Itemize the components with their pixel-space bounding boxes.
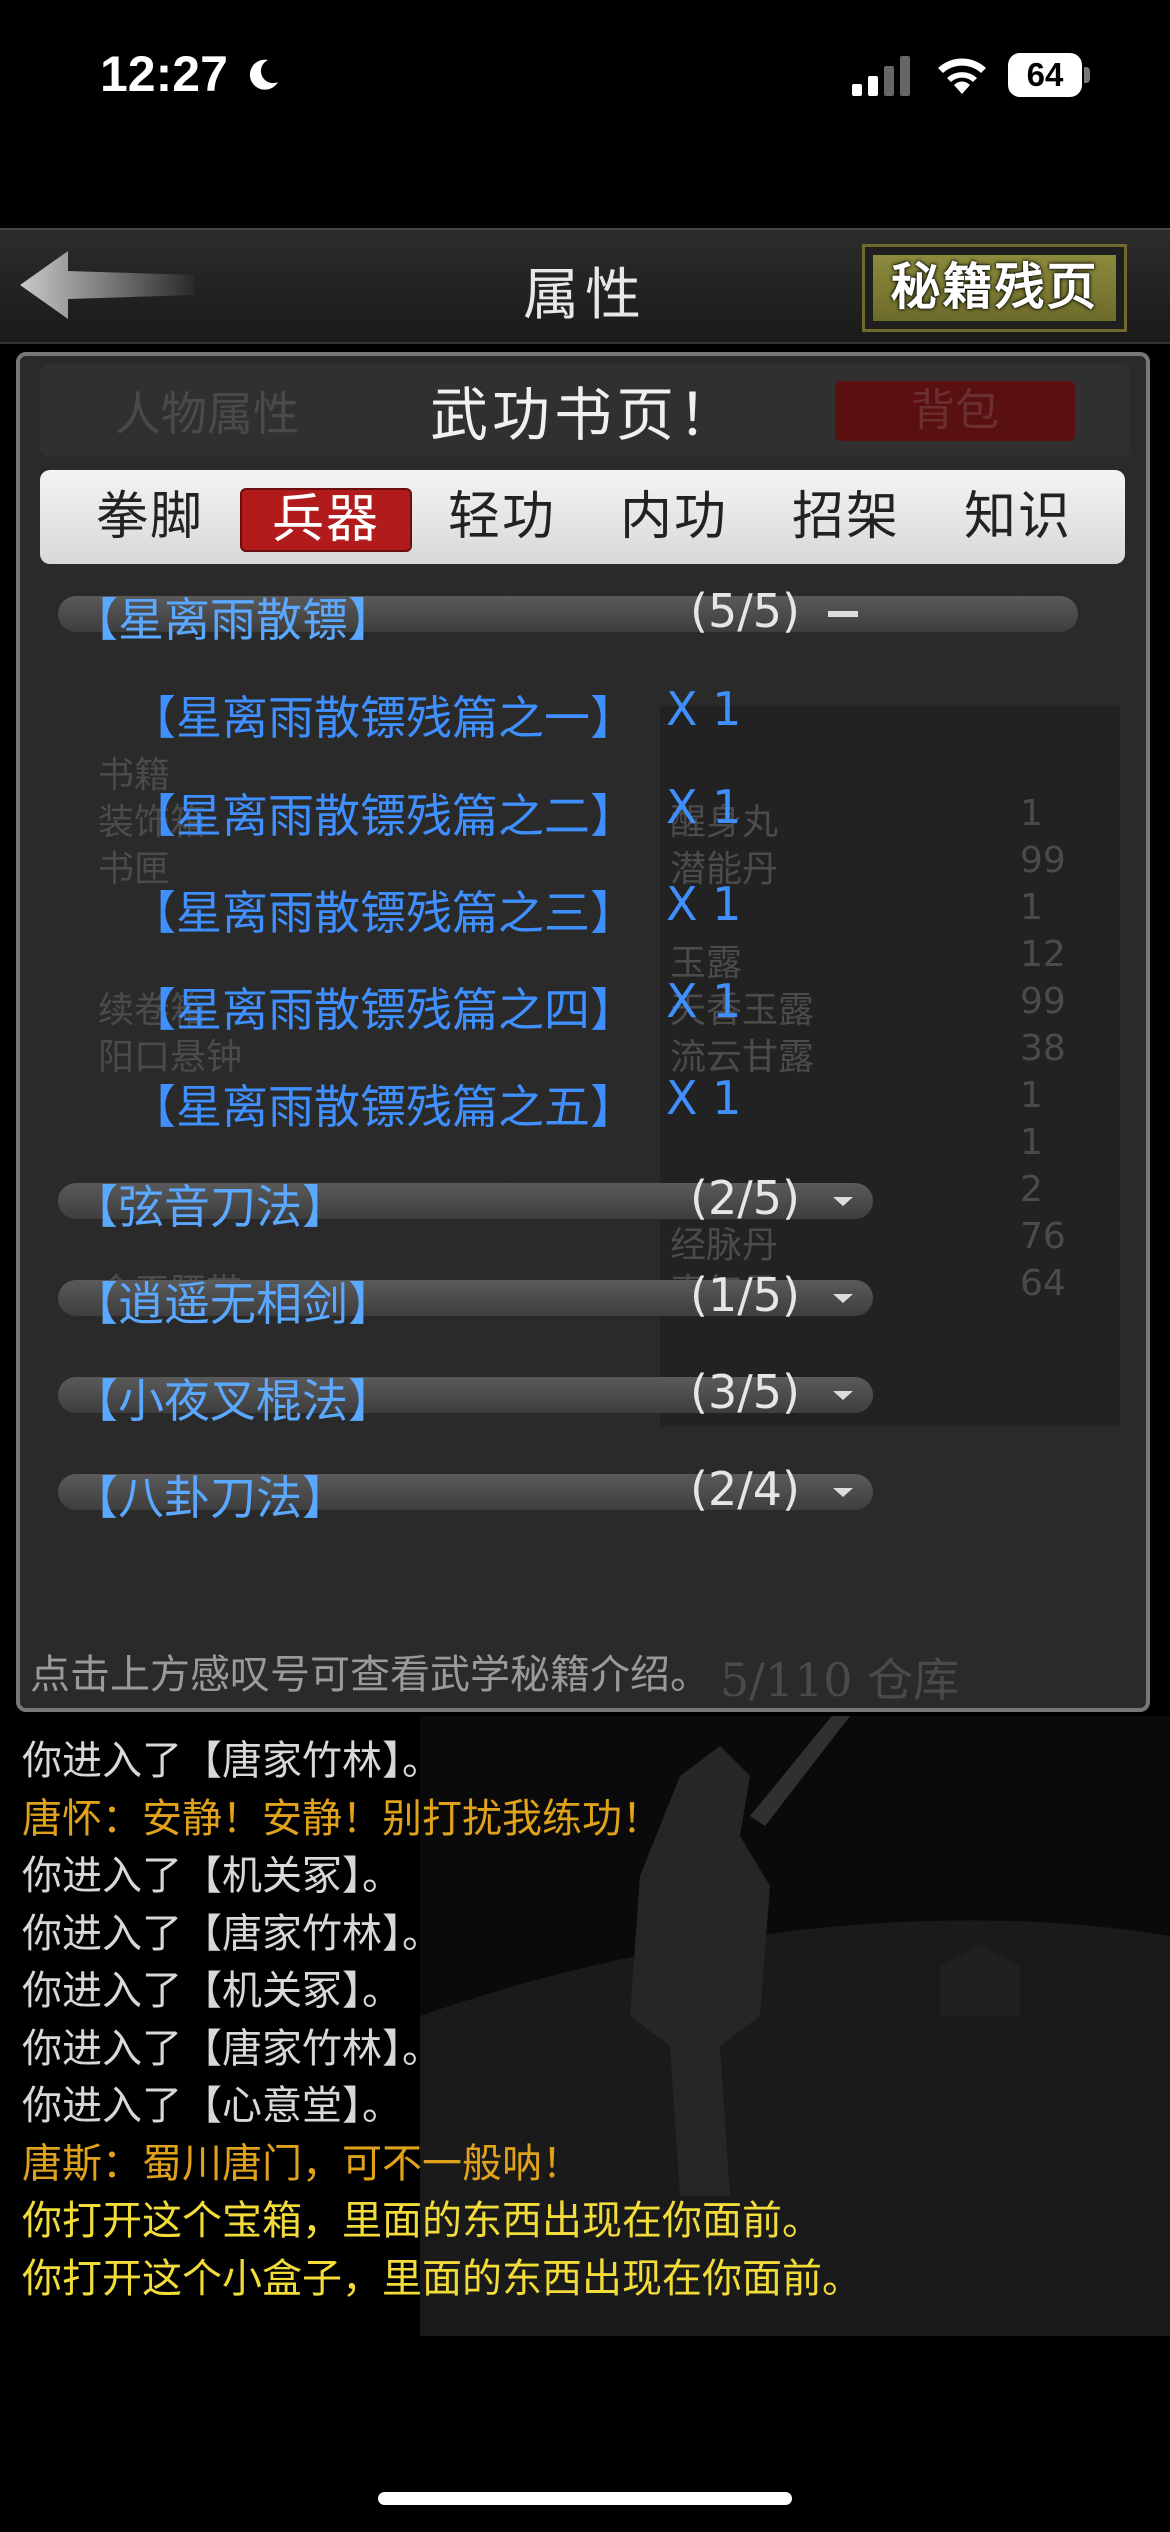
group-count: (5/5) [690, 584, 800, 638]
background-row-count: 64 [1020, 1263, 1066, 1304]
moon-icon [249, 59, 278, 90]
fragment-qty: X 1 [666, 682, 742, 736]
expand-icon[interactable] [828, 1385, 858, 1405]
log-line: 你打开这个小盒子，里面的东西出现在你面前。 [22, 2255, 862, 2302]
secret-pages-label: 秘籍残页 [873, 255, 1116, 321]
group-name[interactable]: 【逍遥无相剑】 [72, 1268, 394, 1334]
log-line: 唐斯：蜀川唐门，可不一般呐！ [22, 2140, 582, 2187]
log-line: 你打开这个宝箱，里面的东西出现在你面前。 [22, 2198, 822, 2244]
tab-internal[interactable]: 内功 [604, 470, 744, 564]
expand-icon[interactable] [828, 1482, 858, 1502]
collapse-icon[interactable] [828, 604, 858, 624]
background-row-count: 99 [1020, 840, 1066, 881]
panel-title[interactable]: 武功书页！ [0, 368, 1170, 452]
home-indicator[interactable] [378, 2492, 792, 2505]
group-name[interactable]: 【小夜叉棍法】 [72, 1365, 394, 1431]
group-name[interactable]: 【星离雨散镖】 [72, 584, 394, 650]
log-line: 你进入了【心意堂】。 [22, 2083, 402, 2129]
tab-parry[interactable]: 招架 [776, 470, 916, 564]
battery-icon: 64 [1008, 53, 1090, 97]
fragment-name[interactable]: 【星离雨散镖残篇之三】 [130, 877, 636, 943]
status-time: 12:27 [100, 46, 228, 102]
group-name[interactable]: 【八卦刀法】 [72, 1462, 348, 1528]
background-row-count: 76 [1020, 1216, 1066, 1257]
log-line: 唐怀：安静！安静！别打扰我练功！ [22, 1795, 662, 1842]
hint-text: 点击上方感叹号可查看武学秘籍介绍。 [30, 1652, 710, 1698]
signal-icon [852, 56, 910, 96]
tab-fist[interactable]: 拳脚 [80, 470, 220, 564]
log-line: 你进入了【机关冢】。 [22, 1853, 402, 1899]
background-row-count: 1 [1020, 1122, 1043, 1163]
background-row-count: 1 [1020, 887, 1043, 928]
background-row-count: 1 [1020, 1075, 1043, 1116]
background-row-count: 99 [1020, 981, 1066, 1022]
fragment-qty: X 1 [666, 780, 742, 834]
background-row-count: 1 [1020, 793, 1043, 834]
tab-lightness[interactable]: 轻功 [432, 470, 572, 564]
fragment-name[interactable]: 【星离雨散镖残篇之一】 [130, 682, 636, 748]
expand-icon[interactable] [828, 1191, 858, 1211]
tab-knowledge[interactable]: 知识 [948, 470, 1088, 564]
background-storage-count: 5/110 仓库 [720, 1653, 960, 1707]
wifi-icon [938, 58, 986, 94]
tab-weapons[interactable]: 兵器 [240, 488, 412, 552]
group-count: (2/4) [690, 1462, 800, 1516]
fragment-qty: X 1 [666, 877, 742, 931]
category-tabbar: 拳脚 兵器 轻功 内功 招架 知识 [40, 470, 1125, 564]
group-name[interactable]: 【弦音刀法】 [72, 1171, 348, 1237]
fragment-name[interactable]: 【星离雨散镖残篇之五】 [130, 1071, 636, 1137]
fragment-qty: X 1 [666, 1071, 742, 1125]
group-count: (2/5) [690, 1171, 800, 1225]
secret-pages-button[interactable]: 秘籍残页 [862, 244, 1127, 332]
background-row-count: 38 [1020, 1028, 1066, 1069]
fragment-name[interactable]: 【星离雨散镖残篇之二】 [130, 780, 636, 846]
fragment-name[interactable]: 【星离雨散镖残篇之四】 [130, 974, 636, 1040]
log-line: 你进入了【唐家竹林】。 [22, 1910, 442, 1957]
log-line: 你进入了【机关冢】。 [22, 1968, 402, 2014]
background-row-count: 12 [1020, 934, 1066, 975]
group-count: (1/5) [690, 1268, 800, 1322]
message-log: 你进入了【唐家竹林】。 唐怀：安静！安静！别打扰我练功！ 你进入了【机关冢】。 你进入… [0, 1716, 1170, 2336]
log-line: 你进入了【唐家竹林】。 [22, 1738, 442, 1784]
group-count: (3/5) [690, 1365, 800, 1419]
expand-icon[interactable] [828, 1288, 858, 1308]
battery-level: 64 [1008, 53, 1082, 97]
fragment-qty: X 1 [666, 974, 742, 1028]
background-row-count: 2 [1020, 1169, 1043, 1210]
log-line: 你进入了【唐家竹林】。 [22, 2025, 442, 2072]
